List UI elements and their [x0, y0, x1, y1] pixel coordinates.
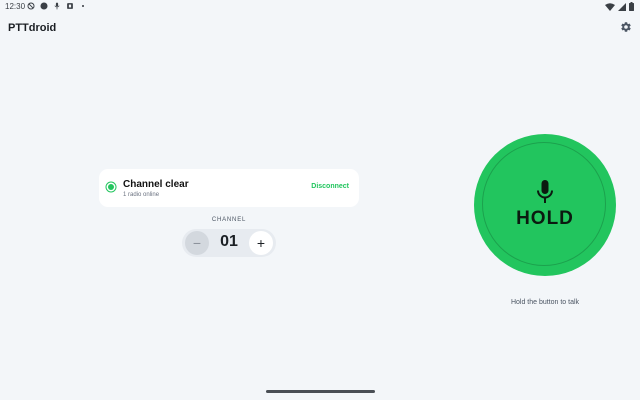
channel-stepper: − 01 + [182, 229, 276, 257]
ptt-label: HOLD [516, 208, 574, 229]
status-notification-icons [27, 2, 87, 10]
status-time: 12:30 [5, 2, 26, 11]
disconnect-button[interactable]: Disconnect [311, 183, 349, 190]
gesture-navigation-handle[interactable] [266, 390, 375, 393]
more-notifications-dot-icon [81, 4, 85, 8]
mic-status-icon [54, 2, 60, 10]
status-system-icons [605, 2, 634, 11]
status-bar: 12:30 [0, 0, 640, 14]
status-title: Channel clear [123, 179, 189, 190]
ptt-hint: Hold the button to talk [510, 299, 580, 306]
signal-icon [618, 2, 626, 11]
wifi-icon [605, 2, 615, 11]
app-notification-icon [67, 3, 73, 9]
microphone-icon [537, 180, 553, 203]
settings-gear-icon[interactable] [620, 21, 632, 33]
app-title: PTTdroid [8, 22, 57, 34]
ptt-inner-ring [482, 142, 606, 266]
push-to-talk-button[interactable]: HOLD [474, 134, 616, 276]
channel-value: 01 [220, 233, 238, 250]
channel-decrement-button[interactable]: − [185, 231, 209, 255]
channel-status-card: Channel clear 1 radio online Disconnect [99, 169, 359, 207]
channel-label: CHANNEL [211, 217, 247, 223]
battery-icon [629, 2, 634, 11]
status-subtitle: 1 radio online [123, 192, 160, 198]
record-icon [40, 2, 48, 10]
channel-increment-button[interactable]: + [249, 231, 273, 255]
status-indicator-dot [108, 184, 114, 190]
do-not-disturb-icon [27, 2, 35, 10]
